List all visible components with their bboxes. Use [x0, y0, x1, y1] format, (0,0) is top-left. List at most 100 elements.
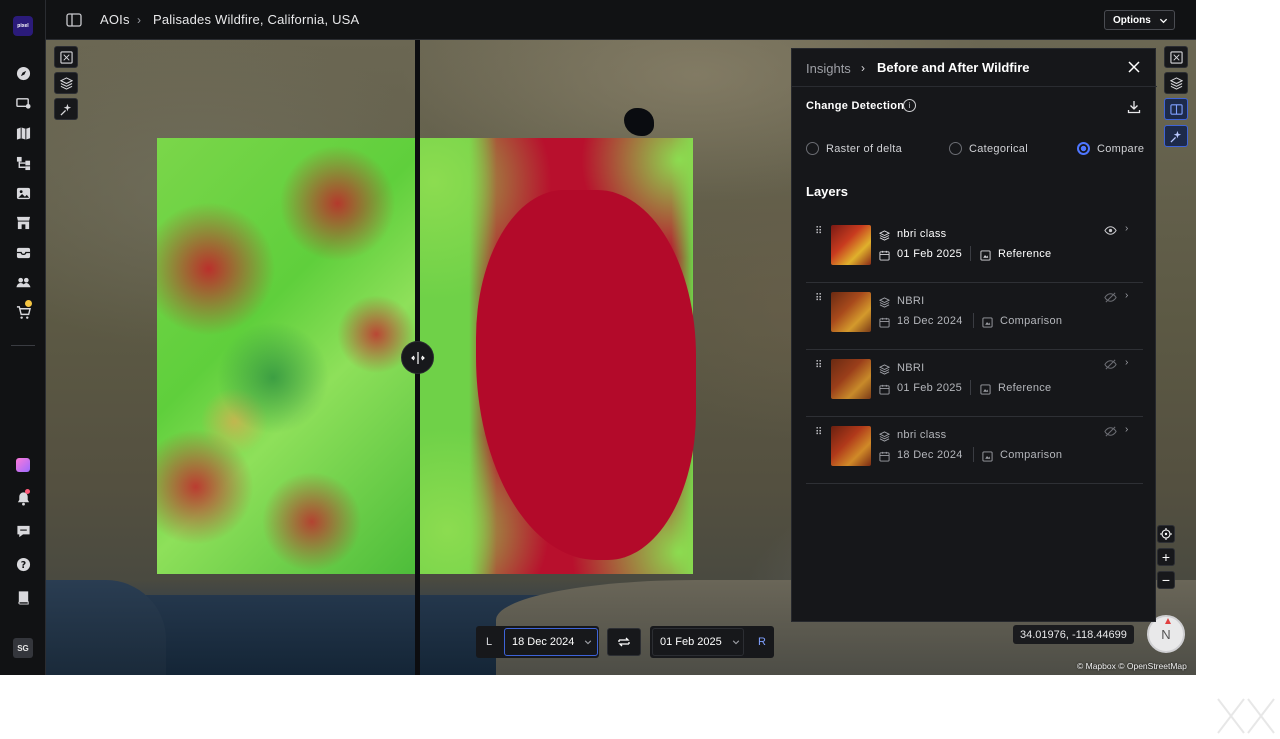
right-side-label: R	[758, 636, 766, 648]
logo[interactable]: pixel	[13, 16, 33, 36]
radio-button[interactable]	[806, 142, 819, 155]
avatar[interactable]: SG	[13, 638, 33, 658]
layer-date: 18 Dec 2024	[897, 449, 963, 461]
aois-button[interactable]	[13, 123, 33, 143]
eye-off-icon[interactable]	[1104, 291, 1117, 304]
top-bar: AOIs › Palisades Wildfire, California, U…	[46, 0, 1196, 40]
layers-tool-button[interactable]	[54, 72, 78, 94]
crosshair-icon	[1160, 528, 1172, 540]
book-icon	[17, 590, 29, 605]
chevron-right-icon: ›	[861, 61, 865, 75]
mode-categorical[interactable]: Categorical	[949, 142, 1028, 155]
divider	[973, 447, 974, 462]
layer-row[interactable]: ⠿ nbri class 01 Feb 2025 Reference ›	[806, 216, 1143, 283]
layer-row[interactable]: ⠿ NBRI 18 Dec 2024 Comparison ›	[806, 283, 1143, 350]
help-button[interactable]: ?	[13, 554, 33, 574]
imagery-button[interactable]	[13, 183, 33, 203]
layer-date: 01 Feb 2025	[897, 248, 963, 260]
left-rail: pixel ? SG	[0, 0, 46, 675]
right-layers-tool-button[interactable]	[1164, 72, 1188, 94]
team-button[interactable]	[13, 272, 33, 292]
monitor-icon	[15, 97, 31, 109]
layers-icon	[879, 230, 890, 241]
watermark-mark	[1217, 698, 1275, 734]
breadcrumb-current: Palisades Wildfire, California, USA	[153, 12, 360, 27]
rail-divider	[11, 345, 35, 346]
layers-icon	[879, 297, 890, 308]
ai-tool-button[interactable]	[54, 98, 78, 120]
swap-dates-button[interactable]	[607, 628, 641, 656]
marketplace-button[interactable]	[13, 212, 33, 232]
layer-thumbnail	[831, 292, 871, 332]
divider	[970, 246, 971, 261]
panel-header: Insights › Before and After Wildfire	[792, 49, 1157, 87]
image-icon	[16, 187, 30, 199]
layer-role: Reference	[998, 382, 1052, 394]
mode-compare[interactable]: Compare	[1077, 142, 1144, 155]
cart-button[interactable]	[13, 300, 33, 322]
eye-icon[interactable]	[1104, 224, 1117, 237]
section-title: Change Detection	[806, 100, 905, 112]
store-icon	[16, 216, 30, 229]
zoom-in-button[interactable]: +	[1157, 548, 1175, 566]
ai-icon	[1169, 130, 1181, 143]
split-view-button[interactable]	[1164, 98, 1188, 120]
left-date-group: L 18 Dec 2024	[476, 626, 599, 658]
eye-off-icon[interactable]	[1104, 358, 1117, 371]
drag-handle-icon[interactable]: ⠿	[815, 427, 822, 438]
close-button[interactable]	[1126, 59, 1142, 75]
compass-needle-icon	[1165, 618, 1171, 624]
feedback-button[interactable]	[13, 521, 33, 541]
chevron-right-icon[interactable]: ›	[1125, 290, 1128, 301]
close-icon	[1128, 61, 1140, 73]
eye-off-icon[interactable]	[1104, 425, 1117, 438]
radio-button-checked[interactable]	[1077, 142, 1090, 155]
layer-row[interactable]: ⠿ nbri class 18 Dec 2024 Comparison ›	[806, 417, 1143, 484]
archive-button[interactable]	[13, 242, 33, 262]
explore-button[interactable]	[13, 63, 33, 83]
layer-thumbnail	[831, 359, 871, 399]
insights-breadcrumb[interactable]: Insights	[806, 61, 851, 76]
chevron-right-icon[interactable]: ›	[1125, 223, 1128, 234]
monitoring-button[interactable]	[13, 93, 33, 113]
radio-button[interactable]	[949, 142, 962, 155]
sidebar-toggle-icon[interactable]	[66, 12, 82, 28]
notifications-button[interactable]	[13, 488, 33, 508]
right-ai-tool-button[interactable]	[1164, 125, 1188, 147]
layer-date: 01 Feb 2025	[897, 382, 963, 394]
chevron-right-icon[interactable]: ›	[1125, 357, 1128, 368]
info-icon[interactable]: i	[903, 99, 916, 112]
download-icon[interactable]	[1127, 100, 1141, 114]
locate-button[interactable]	[1157, 525, 1175, 543]
drag-handle-icon[interactable]: ⠿	[815, 226, 822, 237]
calendar-icon	[879, 384, 890, 395]
calendar-icon	[879, 317, 890, 328]
left-date-select[interactable]: 18 Dec 2024	[504, 628, 598, 656]
docs-button[interactable]	[13, 587, 33, 607]
left-date-value: 18 Dec 2024	[512, 636, 575, 648]
chat-icon	[16, 525, 30, 537]
swap-icon	[618, 637, 630, 647]
zoom-out-button[interactable]: −	[1157, 571, 1175, 589]
map-attribution[interactable]: © Mapbox © OpenStreetMap	[1077, 661, 1187, 671]
right-date-value: 01 Feb 2025	[660, 636, 722, 648]
breadcrumb-aois[interactable]: AOIs	[100, 12, 130, 27]
mode-raster-delta[interactable]: Raster of delta	[806, 142, 902, 155]
compare-handle[interactable]	[401, 341, 434, 374]
aoi-tool-button[interactable]	[54, 46, 78, 68]
aoi-icon	[980, 250, 991, 261]
layer-row[interactable]: ⠿ NBRI 01 Feb 2025 Reference ›	[806, 350, 1143, 417]
right-date-select[interactable]: 01 Feb 2025	[652, 628, 744, 656]
aoi-icon	[980, 384, 991, 395]
layer-name: nbri class	[897, 429, 947, 441]
workflows-button[interactable]	[13, 153, 33, 173]
chevron-right-icon[interactable]: ›	[1125, 424, 1128, 435]
team-icon	[15, 277, 31, 287]
drag-handle-icon[interactable]: ⠿	[815, 360, 822, 371]
drag-handle-icon[interactable]: ⠿	[815, 293, 822, 304]
options-button[interactable]: Options	[1104, 10, 1175, 30]
app-icon[interactable]	[16, 458, 30, 472]
coordinates-readout: 34.01976, -118.44699	[1013, 625, 1134, 644]
layers-icon	[879, 431, 890, 442]
right-aoi-tool-button[interactable]	[1164, 46, 1188, 68]
